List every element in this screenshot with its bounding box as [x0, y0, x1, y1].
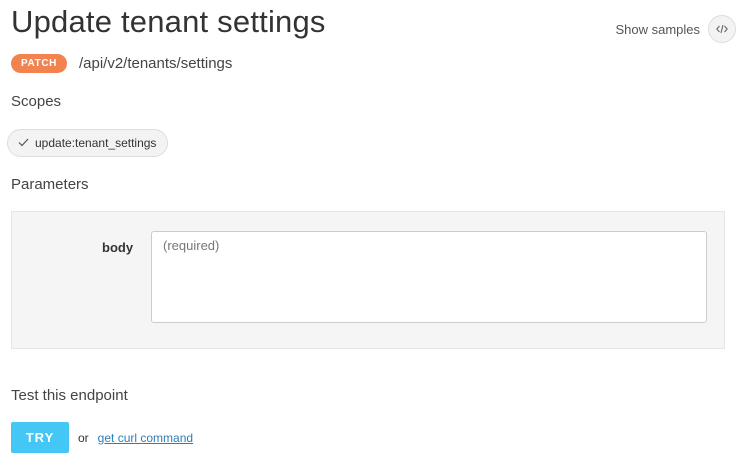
show-samples-label: Show samples	[615, 21, 700, 37]
scope-label: update:tenant_settings	[35, 136, 157, 150]
endpoint-line: PATCH /api/v2/tenants/settings	[11, 54, 232, 73]
http-method-badge: PATCH	[11, 54, 67, 73]
code-icon[interactable]	[708, 15, 736, 43]
test-endpoint-heading: Test this endpoint	[11, 387, 128, 404]
get-curl-command-link[interactable]: get curl command	[98, 431, 193, 445]
parameters-panel: body	[11, 211, 725, 349]
body-param-input[interactable]	[151, 231, 707, 323]
scope-chip: update:tenant_settings	[7, 129, 169, 157]
parameters-heading: Parameters	[11, 176, 89, 193]
scopes-heading: Scopes	[11, 93, 62, 110]
endpoint-path: /api/v2/tenants/settings	[78, 55, 233, 72]
try-button[interactable]: TRY	[11, 422, 69, 453]
show-samples-toggle[interactable]: Show samples	[615, 15, 736, 43]
body-param-label: body	[102, 240, 134, 255]
page-title: Update tenant settings	[11, 4, 326, 39]
checkmark-icon	[18, 136, 29, 150]
try-row: TRY or get curl command	[11, 422, 193, 453]
or-text: or	[78, 430, 89, 445]
